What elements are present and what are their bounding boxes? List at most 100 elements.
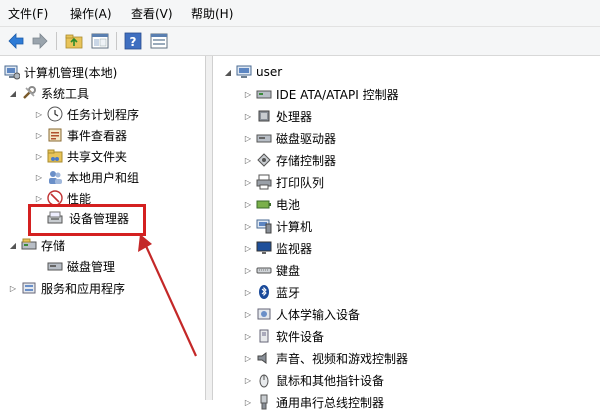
sound-icon [256, 350, 272, 366]
pane-splitter[interactable] [206, 56, 213, 400]
device-category-label: 处理器 [276, 109, 313, 124]
device-category-item[interactable]: ▷ 存储控制器 [243, 150, 336, 170]
expand-arrow-icon[interactable]: ▷ [34, 172, 44, 182]
device-category-item[interactable]: ▷ 人体学输入设备 [243, 304, 360, 324]
expand-arrow-icon[interactable]: ▷ [243, 397, 253, 407]
tree-node-shared-folders[interactable]: ▷ 共享文件夹 [34, 146, 127, 166]
tree-node-storage[interactable]: ◢ 存储 [8, 235, 65, 255]
device-list-pane: ◢ user ▷ IDE ATA/ATAPI 控制器 ▷ 处理器 ▷ 磁盘驱动器 ▷ 存储控制… [213, 56, 600, 410]
storage-icon [21, 237, 37, 253]
device-category-item[interactable]: ▷ 计算机 [243, 216, 312, 236]
device-category-item[interactable]: ▷ 打印队列 [243, 172, 324, 192]
computer-icon [256, 218, 272, 234]
expand-arrow-icon[interactable]: ▷ [243, 133, 253, 143]
expand-arrow-icon[interactable]: ▷ [243, 353, 253, 363]
menu-help[interactable]: 帮助(H) [191, 5, 233, 22]
processor-icon [256, 108, 272, 124]
battery-icon [256, 196, 272, 212]
expand-arrow-icon[interactable]: ▷ [8, 283, 18, 293]
tree-label: 共享文件夹 [67, 149, 128, 164]
device-category-label: 鼠标和其他指针设备 [276, 373, 385, 388]
device-root-label: user [256, 65, 283, 79]
expand-arrow-icon[interactable]: ▷ [243, 287, 253, 297]
expand-arrow-icon[interactable]: ▷ [243, 155, 253, 165]
device-category-label: 计算机 [276, 219, 313, 234]
tree-node-computer-management[interactable]: 计算机管理(本地) [4, 62, 117, 82]
expand-arrow-icon[interactable]: ▷ [243, 89, 253, 99]
collapse-arrow-icon[interactable]: ◢ [8, 240, 18, 250]
expand-arrow-icon[interactable]: ▷ [34, 130, 44, 140]
device-category-label: 存储控制器 [276, 153, 337, 168]
expand-arrow-icon[interactable]: ▷ [243, 243, 253, 253]
up-folder-icon[interactable] [64, 31, 84, 51]
tree-label: 存储 [41, 238, 66, 253]
tree-node-event-viewer[interactable]: ▷ 事件查看器 [34, 125, 127, 145]
device-category-item[interactable]: ▷ 软件设备 [243, 326, 324, 346]
ide-controller-icon [256, 86, 272, 102]
collapse-arrow-icon[interactable]: ◢ [8, 88, 18, 98]
device-category-item[interactable]: ▷ 蓝牙 [243, 282, 300, 302]
menu-view[interactable]: 查看(V) [131, 5, 173, 22]
menu-action[interactable]: 操作(A) [70, 5, 112, 22]
device-category-item[interactable]: ▷ 电池 [243, 194, 300, 214]
toolbar: ? [0, 27, 600, 56]
device-category-item[interactable]: ▷ 鼠标和其他指针设备 [243, 370, 384, 390]
expand-arrow-icon[interactable]: ▷ [34, 151, 44, 161]
back-icon[interactable] [6, 31, 26, 51]
expand-arrow-icon[interactable]: ▷ [243, 221, 253, 231]
menu-file[interactable]: 文件(F) [8, 5, 48, 22]
device-category-label: 打印队列 [276, 175, 325, 190]
device-category-item[interactable]: ▷ 键盘 [243, 260, 300, 280]
show-hide-tree-icon[interactable] [90, 31, 110, 51]
menu-bar: 文件(F) 操作(A) 查看(V) 帮助(H) [0, 0, 600, 27]
tools-icon [21, 85, 37, 101]
disk-icon [47, 258, 63, 274]
device-category-label: 通用串行总线控制器 [276, 395, 385, 410]
hid-icon [256, 306, 272, 322]
expand-arrow-icon[interactable]: ▷ [243, 199, 253, 209]
software-device-icon [256, 328, 272, 344]
expand-arrow-icon[interactable]: ▷ [243, 309, 253, 319]
tree-label: 事件查看器 [67, 128, 128, 143]
tree-node-system-tools[interactable]: ◢ 系统工具 [8, 83, 89, 103]
svg-text:?: ? [130, 35, 137, 49]
disk-drive-icon [256, 130, 272, 146]
device-category-item[interactable]: ▷ 磁盘驱动器 [243, 128, 336, 148]
expand-arrow-icon[interactable]: ▷ [243, 265, 253, 275]
device-root-node[interactable]: ◢ user [223, 62, 282, 82]
tree-label: 服务和应用程序 [41, 281, 126, 296]
device-category-label: 声音、视频和游戏控制器 [276, 351, 409, 366]
monitor-icon [256, 240, 272, 256]
bluetooth-icon [256, 284, 272, 300]
forward-icon[interactable] [30, 31, 50, 51]
expand-arrow-icon[interactable]: ▷ [243, 177, 253, 187]
storage-controller-icon [256, 152, 272, 168]
expand-arrow-icon[interactable]: ▷ [243, 331, 253, 341]
tree-node-task-scheduler[interactable]: ▷ 任务计划程序 [34, 104, 139, 124]
tree-node-disk-management[interactable]: 磁盘管理 [47, 256, 115, 276]
device-category-label: IDE ATA/ATAPI 控制器 [276, 87, 399, 102]
device-category-item[interactable]: ▷ 声音、视频和游戏控制器 [243, 348, 408, 368]
expand-arrow-icon[interactable]: ▷ [243, 111, 253, 121]
expand-arrow-icon[interactable]: ▷ [243, 375, 253, 385]
properties-icon[interactable] [149, 31, 169, 51]
tree-label: 磁盘管理 [67, 259, 116, 274]
device-category-label: 人体学输入设备 [276, 307, 361, 322]
tree-node-local-users[interactable]: ▷ 本地用户和组 [34, 167, 139, 187]
help-icon[interactable]: ? [123, 31, 143, 51]
tree-node-services-apps[interactable]: ▷ 服务和应用程序 [8, 278, 125, 298]
services-icon [21, 280, 37, 296]
device-category-item[interactable]: ▷ 通用串行总线控制器 [243, 392, 384, 412]
device-category-label: 监视器 [276, 241, 313, 256]
collapse-arrow-icon[interactable]: ◢ [223, 67, 233, 77]
device-category-item[interactable]: ▷ 监视器 [243, 238, 312, 258]
device-category-item[interactable]: ▷ IDE ATA/ATAPI 控制器 [243, 84, 399, 104]
expand-arrow-icon[interactable]: ▷ [34, 109, 44, 119]
users-icon [47, 169, 63, 185]
expand-arrow-icon[interactable]: ▷ [34, 193, 44, 203]
tree-label: 计算机管理(本地) [24, 65, 118, 80]
usb-icon [256, 394, 272, 410]
computer-icon [236, 64, 252, 80]
print-queue-icon [256, 174, 272, 190]
device-category-item[interactable]: ▷ 处理器 [243, 106, 312, 126]
